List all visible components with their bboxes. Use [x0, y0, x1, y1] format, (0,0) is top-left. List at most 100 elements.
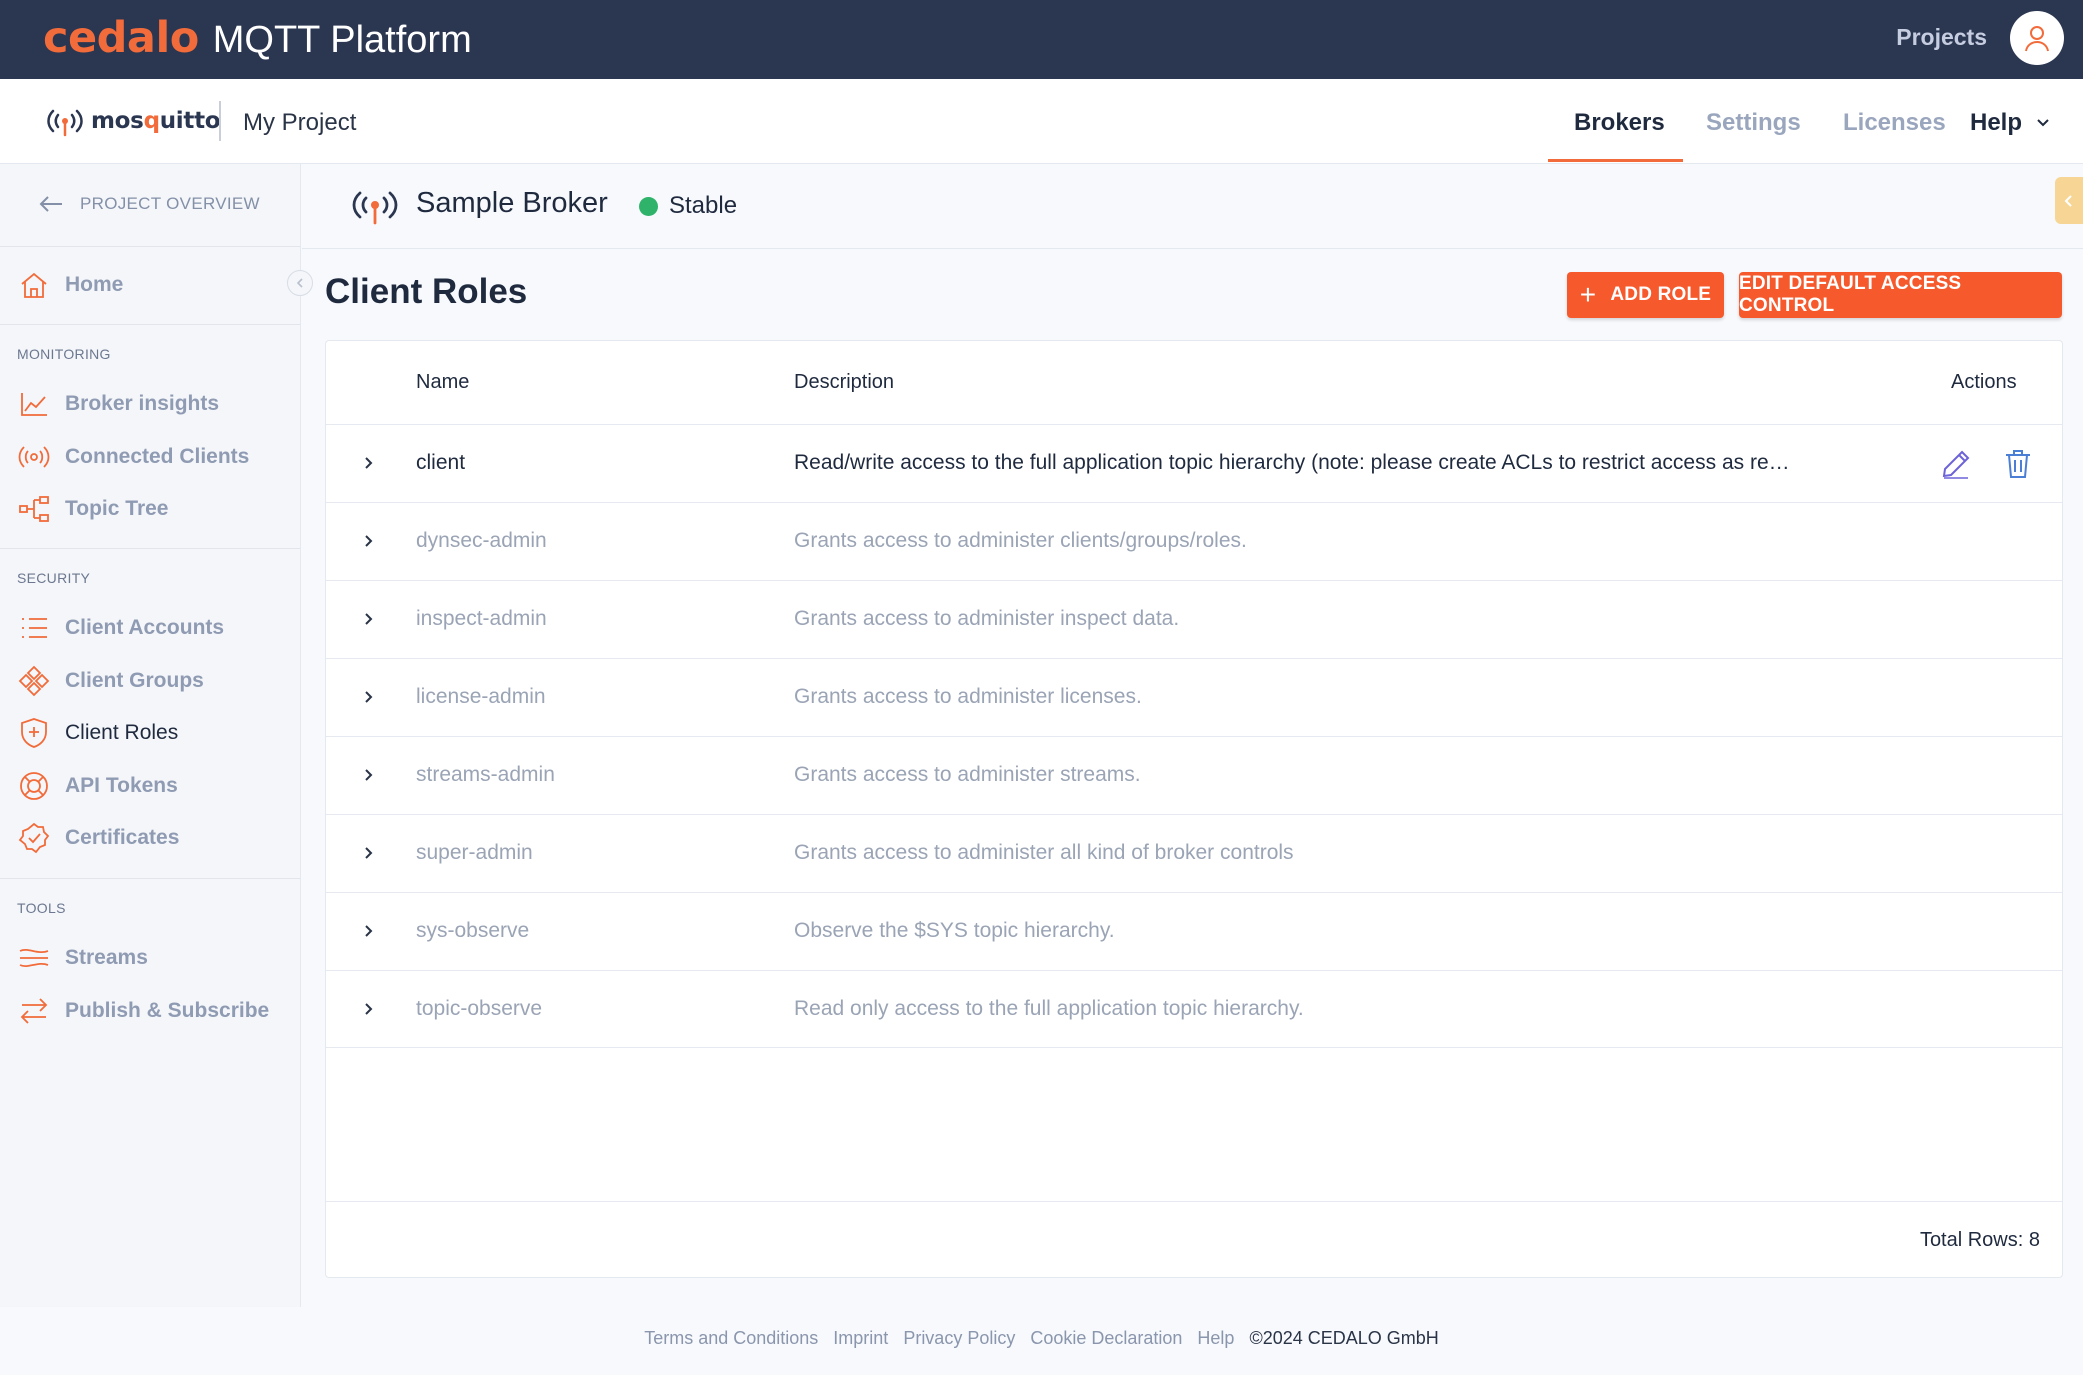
chevron-right-icon[interactable]: [356, 607, 380, 631]
role-name: super-admin: [416, 841, 533, 864]
sidebar-item-label: Certificates: [65, 826, 180, 849]
table-row[interactable]: client Read/write access to the full app…: [326, 424, 2062, 502]
top-header: cedalo MQTT Platform Projects: [0, 0, 2083, 79]
chevron-right-icon[interactable]: [356, 997, 380, 1021]
footer-link-privacy[interactable]: Privacy Policy: [903, 1328, 1015, 1349]
page-footer: Terms and Conditions Imprint Privacy Pol…: [0, 1328, 2083, 1349]
chevron-right-icon[interactable]: [356, 841, 380, 865]
tab-brokers[interactable]: Brokers: [1574, 109, 1665, 137]
column-header-description[interactable]: Description: [794, 371, 894, 394]
footer-link-cookies[interactable]: Cookie Declaration: [1030, 1328, 1182, 1349]
chevron-right-icon[interactable]: [356, 763, 380, 787]
chart-line-icon: [17, 387, 51, 421]
footer-link-imprint[interactable]: Imprint: [833, 1328, 888, 1349]
status-indicator: [639, 197, 658, 216]
chevron-down-icon[interactable]: [2035, 114, 2051, 130]
broker-name: Sample Broker: [416, 187, 608, 219]
sidebar-item-client-roles[interactable]: Client Roles: [17, 716, 178, 750]
chevron-right-icon[interactable]: [356, 685, 380, 709]
table-row[interactable]: inspect-admin Grants access to administe…: [326, 580, 2062, 658]
role-name: inspect-admin: [416, 607, 547, 630]
broadcast-icon: [47, 109, 83, 137]
sidebar-item-client-accounts[interactable]: Client Accounts: [17, 611, 224, 645]
footer-link-help[interactable]: Help: [1197, 1328, 1234, 1349]
project-overview-link[interactable]: PROJECT OVERVIEW: [38, 194, 260, 214]
chevron-right-icon[interactable]: [356, 919, 380, 943]
broadcast-icon: [17, 440, 51, 474]
section-security: SECURITY: [17, 570, 91, 586]
swap-arrows-icon: [17, 994, 51, 1028]
broker-header: Sample Broker Stable: [302, 165, 2083, 249]
side-panel-toggle[interactable]: [2055, 177, 2083, 224]
roles-table: Name Description Actions client Read/wri…: [325, 340, 2063, 1278]
broker-status: Stable: [669, 192, 738, 219]
role-name: client: [416, 451, 466, 474]
projects-link[interactable]: Projects: [1896, 24, 1987, 51]
divider: [0, 324, 300, 325]
sidebar-item-home[interactable]: Home: [17, 268, 123, 302]
table-row[interactable]: license-admin Grants access to administe…: [326, 658, 2062, 736]
table-row[interactable]: sys-observe Observe the $SYS topic hiera…: [326, 892, 2062, 970]
tab-help[interactable]: Help: [1970, 109, 2022, 137]
role-name: topic-observe: [416, 997, 543, 1020]
chevron-right-icon[interactable]: [356, 451, 380, 475]
delete-icon[interactable]: [2001, 447, 2035, 481]
user-icon: [2025, 26, 2049, 52]
sidebar-item-label: Broker insights: [65, 392, 220, 415]
divider: [0, 548, 300, 549]
sidebar-item-certificates[interactable]: Certificates: [17, 821, 179, 855]
sidebar-item-label: API Tokens: [65, 774, 178, 797]
table-row[interactable]: streams-admin Grants access to administe…: [326, 736, 2062, 814]
mosquitto-logo[interactable]: mosquitto: [45, 105, 221, 137]
footer-link-terms[interactable]: Terms and Conditions: [644, 1328, 818, 1349]
chevron-right-icon[interactable]: [356, 529, 380, 553]
broker-icon: [352, 191, 398, 225]
cedalo-logo: cedalo: [43, 13, 199, 63]
sidebar-item-label: Topic Tree: [65, 497, 169, 520]
streams-icon: [17, 941, 51, 975]
role-name: sys-observe: [416, 919, 530, 942]
sidebar-item-connected-clients[interactable]: Connected Clients: [17, 440, 249, 474]
sidebar-item-api-tokens[interactable]: API Tokens: [17, 769, 178, 803]
role-name: streams-admin: [416, 763, 555, 786]
edit-icon[interactable]: [1939, 447, 1973, 481]
arrow-left-icon: [39, 196, 62, 212]
role-description: Grants access to administer streams.: [794, 763, 1141, 786]
brand[interactable]: cedalo MQTT Platform: [43, 13, 472, 63]
role-name: license-admin: [416, 685, 546, 708]
project-navbar: mosquitto My Project Brokers Settings Li…: [0, 79, 2083, 164]
sidebar-item-topic-tree[interactable]: Topic Tree: [17, 492, 168, 526]
table-row[interactable]: topic-observe Read only access to the fu…: [326, 970, 2062, 1048]
role-description: Read only access to the full application…: [794, 997, 1304, 1020]
table-row[interactable]: dynsec-admin Grants access to administer…: [326, 502, 2062, 580]
sidebar-item-publish-subscribe[interactable]: Publish & Subscribe: [17, 994, 269, 1028]
collapse-sidebar-button[interactable]: [287, 270, 313, 296]
divider: [326, 1201, 2062, 1202]
divider: [0, 246, 300, 247]
page-title: Client Roles: [325, 272, 528, 311]
edit-default-label: EDIT DEFAULT ACCESS CONTROL: [1739, 273, 1962, 316]
add-role-label: ADD ROLE: [1610, 284, 1712, 305]
tab-licenses[interactable]: Licenses: [1843, 109, 1946, 137]
tab-settings[interactable]: Settings: [1706, 109, 1801, 137]
copyright: ©2024 CEDALO GmbH: [1249, 1328, 1439, 1348]
edit-default-access-control-button[interactable]: EDIT DEFAULT ACCESS CONTROL: [1739, 272, 2062, 318]
divider: [219, 101, 221, 141]
column-header-name[interactable]: Name: [416, 371, 469, 394]
divider: [0, 878, 300, 879]
user-avatar[interactable]: [2010, 11, 2064, 65]
list-icon: [17, 611, 51, 645]
table-row[interactable]: super-admin Grants access to administer …: [326, 814, 2062, 892]
section-monitoring: MONITORING: [17, 346, 111, 362]
column-header-actions: Actions: [1951, 371, 2017, 393]
sidebar-item-broker-insights[interactable]: Broker insights: [17, 387, 219, 421]
product-title: MQTT Platform: [212, 19, 472, 61]
sidebar-item-streams[interactable]: Streams: [17, 941, 148, 975]
active-tab-indicator: [1548, 159, 1683, 162]
role-description: Observe the $SYS topic hierarchy.: [794, 919, 1115, 942]
project-overview-label: PROJECT OVERVIEW: [80, 194, 260, 213]
sidebar-item-client-groups[interactable]: Client Groups: [17, 664, 204, 698]
sidebar-item-label: Streams: [65, 946, 148, 969]
add-role-button[interactable]: + ADD ROLE: [1567, 272, 1724, 318]
sidebar-item-label: Client Accounts: [65, 616, 225, 639]
